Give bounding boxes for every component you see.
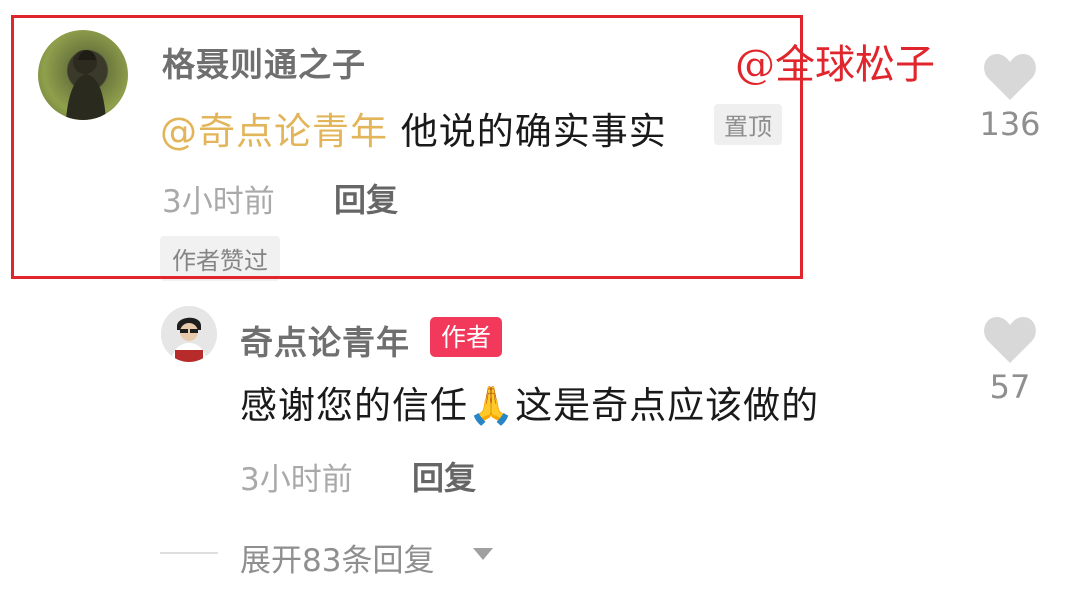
expand-replies-button[interactable]: 展开83条回复 — [240, 535, 434, 580]
comment-thread: 格聂则通之子 @奇点论青年 他说的确实事实 置顶 3小时前 回复 作者赞过 13… — [0, 0, 1075, 594]
like-count: 136 — [979, 105, 1041, 143]
reply-timestamp: 3小时前 — [240, 462, 353, 498]
watermark: @全球松子 — [735, 42, 935, 88]
heart-icon[interactable] — [982, 52, 1038, 102]
highlight-frame — [11, 15, 803, 279]
reply-text-start: 感谢您的信任 — [240, 384, 468, 427]
author-badge: 作者 — [430, 317, 503, 357]
avatar[interactable] — [161, 306, 217, 362]
reply-button[interactable]: 回复 — [412, 453, 476, 499]
reply-username[interactable]: 奇点论青年 — [240, 316, 410, 364]
chevron-down-icon[interactable] — [473, 548, 493, 560]
like-count: 57 — [989, 368, 1031, 406]
heart-icon[interactable] — [982, 315, 1038, 365]
pray-emoji-icon: 🙏 — [468, 384, 516, 427]
reply-text-end: 这是奇点应该做的 — [515, 384, 820, 427]
divider — [160, 552, 218, 554]
reply-body: 感谢您的信任🙏这是奇点应该做的 — [240, 375, 819, 429]
